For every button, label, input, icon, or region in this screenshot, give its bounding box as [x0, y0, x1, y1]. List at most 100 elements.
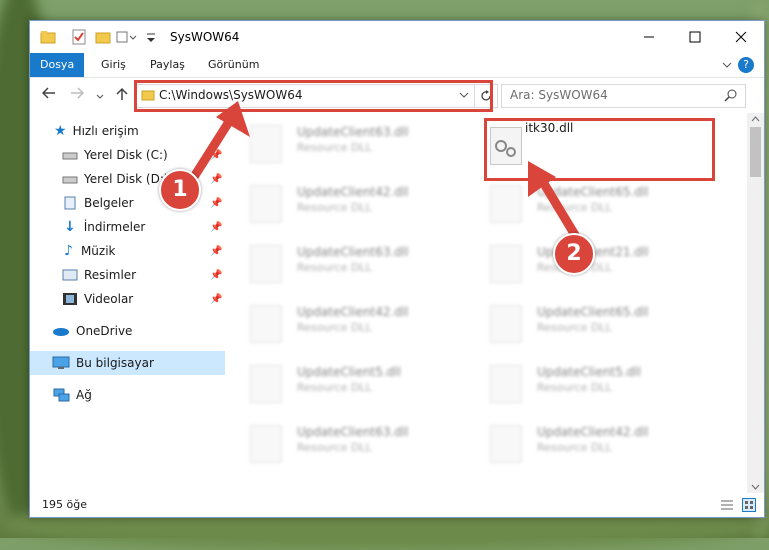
pin-icon[interactable]: 📌 — [210, 246, 222, 257]
file-item[interactable]: UpdateClient5.dll Resource DLL — [475, 359, 700, 417]
tab-home[interactable]: Giriş — [91, 53, 136, 77]
file-item[interactable]: UpdateClient42.dll Resource DLL — [475, 419, 700, 477]
sidebar-item-label: Hızlı erişim — [72, 124, 139, 138]
file-type: Resource DLL — [537, 321, 612, 334]
tab-file[interactable]: Dosya — [30, 53, 84, 77]
quick-access-toolbar-icon[interactable] — [116, 29, 138, 45]
video-icon — [63, 293, 77, 305]
sidebar-item-label: Yerel Disk (C:) — [84, 148, 168, 162]
expand-ribbon-icon[interactable] — [722, 59, 732, 73]
scroll-up-icon[interactable] — [751, 116, 760, 122]
forward-icon[interactable] — [70, 87, 85, 103]
pin-icon[interactable]: 📌 — [210, 270, 222, 281]
file-name: UpdateClient5.dll — [297, 365, 401, 379]
sidebar-item-label: İndirmeler — [83, 220, 146, 234]
documents-icon — [64, 196, 76, 210]
sidebar-item-music[interactable]: ♪ Müzik 📌 — [30, 239, 225, 263]
item-count: 195 öğe — [42, 498, 87, 511]
properties-icon[interactable] — [72, 29, 86, 45]
scrollbar-thumb[interactable] — [750, 127, 761, 177]
search-placeholder: Ara: SysWOW64 — [510, 88, 608, 102]
sidebar-item-videos[interactable]: Videolar 📌 — [30, 287, 225, 311]
file-type: Resource DLL — [297, 441, 372, 454]
window-title: SysWOW64 — [170, 30, 240, 44]
back-icon[interactable] — [41, 87, 56, 103]
dll-file-icon — [250, 425, 282, 463]
scroll-down-icon[interactable] — [751, 484, 760, 490]
dll-file-icon — [490, 365, 522, 403]
file-type: Resource DLL — [537, 381, 612, 394]
maximize-icon — [689, 31, 701, 43]
dll-file-icon — [490, 185, 522, 223]
tab-share[interactable]: Paylaş — [140, 53, 195, 77]
sidebar-item-label: Yerel Disk (D:) — [84, 172, 169, 186]
file-name: UpdateClient5.dll — [537, 365, 641, 379]
file-item[interactable]: UpdateClient42.dll Resource DLL — [235, 299, 460, 357]
pin-icon[interactable]: 📌 — [210, 198, 222, 209]
maximize-button[interactable] — [672, 21, 718, 53]
sidebar-item-label: Müzik — [80, 244, 116, 258]
customize-toolbar-icon[interactable] — [146, 29, 156, 45]
file-name: UpdateClient65.dll — [537, 305, 649, 319]
file-name: UpdateClient42.dll — [297, 185, 409, 199]
star-icon: ★ — [54, 123, 67, 139]
cloud-icon — [53, 328, 69, 336]
pictures-icon — [62, 269, 78, 281]
step-badge-1: 1 — [159, 169, 201, 211]
step-badge-2: 2 — [553, 233, 595, 275]
sidebar-item-this-pc[interactable]: Bu bilgisayar — [30, 351, 225, 375]
sidebar-item-pictures[interactable]: Resimler 📌 — [30, 263, 225, 287]
dll-file-icon — [490, 245, 522, 283]
search-icon — [724, 89, 737, 102]
search-box[interactable]: Ara: SysWOW64 — [501, 84, 746, 108]
network-icon — [53, 388, 70, 402]
pin-icon[interactable]: 📌 — [210, 294, 222, 305]
sidebar-item-label: Resimler — [84, 268, 137, 282]
download-icon: ↓ — [64, 219, 76, 235]
recent-locations-icon[interactable] — [96, 89, 104, 105]
sidebar-item-downloads[interactable]: ↓ İndirmeler 📌 — [30, 215, 225, 239]
sidebar-item-label: Videolar — [84, 292, 134, 306]
dll-file-icon — [250, 365, 282, 403]
tab-view[interactable]: Görünüm — [198, 53, 269, 77]
pin-icon[interactable]: 📌 — [210, 222, 222, 233]
file-item[interactable]: UpdateClient65.dll Resource DLL — [475, 299, 700, 357]
sidebar-item-onedrive[interactable]: OneDrive — [30, 319, 225, 343]
dll-file-icon — [250, 305, 282, 343]
file-type: Resource DLL — [537, 441, 612, 454]
dll-file-icon — [490, 305, 522, 343]
sidebar-item-label: Ağ — [76, 388, 92, 402]
new-folder-icon[interactable] — [95, 29, 111, 45]
file-type: Resource DLL — [297, 261, 372, 274]
file-name: UpdateClient63.dll — [297, 425, 409, 439]
drive-icon — [62, 152, 78, 160]
file-item[interactable]: UpdateClient5.dll Resource DLL — [235, 359, 460, 417]
file-type: Resource DLL — [297, 141, 372, 154]
file-item[interactable]: UpdateClient63.dll Resource DLL — [235, 239, 460, 297]
file-type: Resource DLL — [297, 201, 372, 214]
sidebar-item-label: Belgeler — [84, 196, 134, 210]
minimize-icon — [644, 36, 654, 38]
file-name: UpdateClient63.dll — [297, 125, 409, 139]
file-type: Resource DLL — [297, 321, 372, 334]
close-icon — [735, 31, 747, 43]
sidebar-item-label: Bu bilgisayar — [76, 356, 154, 370]
file-item[interactable]: UpdateClient63.dll Resource DLL — [235, 119, 460, 177]
sidebar-item-network[interactable]: Ağ — [30, 383, 225, 407]
file-item[interactable]: UpdateClient42.dll Resource DLL — [235, 179, 460, 237]
title-bar: SysWOW64 — [30, 21, 764, 53]
file-item[interactable]: UpdateClient63.dll Resource DLL — [235, 419, 460, 477]
file-type: Resource DLL — [297, 381, 372, 394]
computer-icon — [52, 356, 70, 369]
help-icon[interactable]: ? — [738, 57, 754, 73]
sidebar-item-label: OneDrive — [76, 324, 133, 338]
up-icon[interactable] — [116, 87, 128, 105]
vertical-scrollbar[interactable] — [747, 113, 764, 493]
details-view-icon[interactable] — [720, 499, 734, 511]
music-icon: ♪ — [64, 243, 73, 259]
close-button[interactable] — [718, 21, 764, 53]
dll-file-icon — [490, 425, 522, 463]
minimize-button[interactable] — [626, 21, 672, 53]
status-bar: 195 öğe — [30, 493, 764, 517]
large-icons-view-icon[interactable] — [742, 498, 756, 512]
